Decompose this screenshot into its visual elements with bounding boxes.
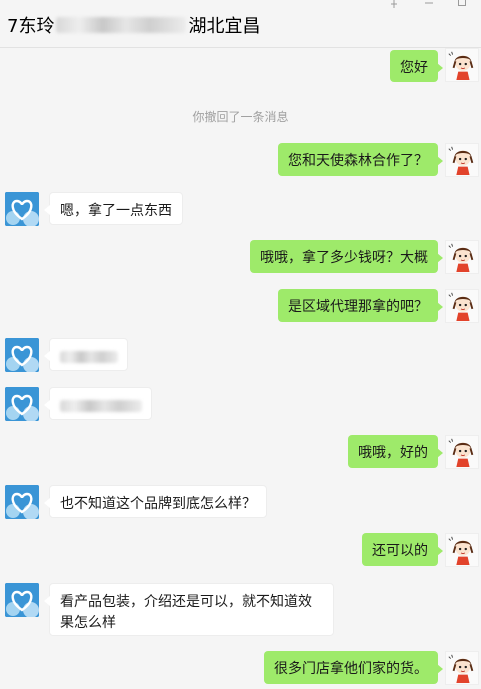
redacted-name	[56, 17, 187, 33]
pin-icon[interactable]	[386, 0, 402, 11]
message-bubble-incoming[interactable]: 看产品包装，介绍还是可以，就不知道效果怎么样	[44, 583, 334, 636]
self-avatar[interactable]	[445, 289, 479, 323]
self-avatar[interactable]	[445, 435, 479, 469]
self-avatar[interactable]	[445, 143, 479, 177]
message-bubble-outgoing[interactable]: 还可以的	[362, 533, 443, 566]
message-bubble-incoming[interactable]: 嗯，拿了一点东西	[44, 192, 183, 225]
message-bubble-incoming[interactable]	[44, 338, 128, 371]
chat-title: 7东玲 湖北宜昌	[7, 12, 260, 38]
message-text: 哦哦，拿了多少钱呀？大概	[260, 250, 428, 266]
message-text: 您好	[400, 60, 428, 76]
message-text: 您和天使森林合作了？	[288, 153, 428, 169]
chat-title-prefix: 7东玲	[7, 16, 55, 37]
contact-avatar[interactable]	[5, 485, 39, 519]
message-text: 很多门店拿他们家的货。	[274, 661, 428, 677]
message-text: 哦哦，好的	[358, 445, 428, 461]
contact-avatar[interactable]	[5, 338, 39, 372]
message-text: 还可以的	[372, 543, 428, 559]
self-avatar[interactable]	[445, 651, 479, 685]
redacted-message	[60, 351, 118, 363]
message-text: 也不知道这个品牌到底怎么样？	[60, 496, 256, 512]
recall-notice: 你撤回了一条消息	[192, 110, 289, 124]
self-avatar[interactable]	[445, 48, 479, 82]
title-bar: 7东玲 湖北宜昌	[0, 0, 481, 48]
self-avatar[interactable]	[445, 240, 479, 274]
message-bubble-incoming[interactable]	[44, 387, 152, 420]
contact-avatar[interactable]	[5, 192, 39, 226]
self-avatar[interactable]	[445, 533, 479, 567]
contact-avatar[interactable]	[5, 583, 39, 617]
message-bubble-outgoing[interactable]: 您好	[390, 50, 443, 82]
message-text: 看产品包装，介绍还是可以，就不知道效果怎么样	[60, 594, 312, 631]
message-bubble-incoming[interactable]: 也不知道这个品牌到底怎么样？	[44, 485, 267, 518]
message-bubble-outgoing[interactable]: 是区域代理那拿的吧？	[278, 289, 443, 322]
chat-title-suffix: 湖北宜昌	[188, 16, 261, 37]
message-text: 嗯，拿了一点东西	[60, 203, 172, 219]
contact-avatar[interactable]	[5, 387, 39, 421]
maximize-icon[interactable]	[454, 0, 470, 11]
message-bubble-outgoing[interactable]: 哦哦，好的	[348, 435, 443, 468]
message-bubble-outgoing[interactable]: 哦哦，拿了多少钱呀？大概	[250, 240, 443, 273]
message-bubble-outgoing[interactable]: 很多门店拿他们家的货。	[264, 651, 443, 684]
redacted-message	[60, 400, 142, 412]
message-bubble-outgoing[interactable]: 您和天使森林合作了？	[278, 143, 443, 176]
message-text: 是区域代理那拿的吧？	[288, 299, 428, 315]
minimize-icon[interactable]	[421, 0, 437, 11]
